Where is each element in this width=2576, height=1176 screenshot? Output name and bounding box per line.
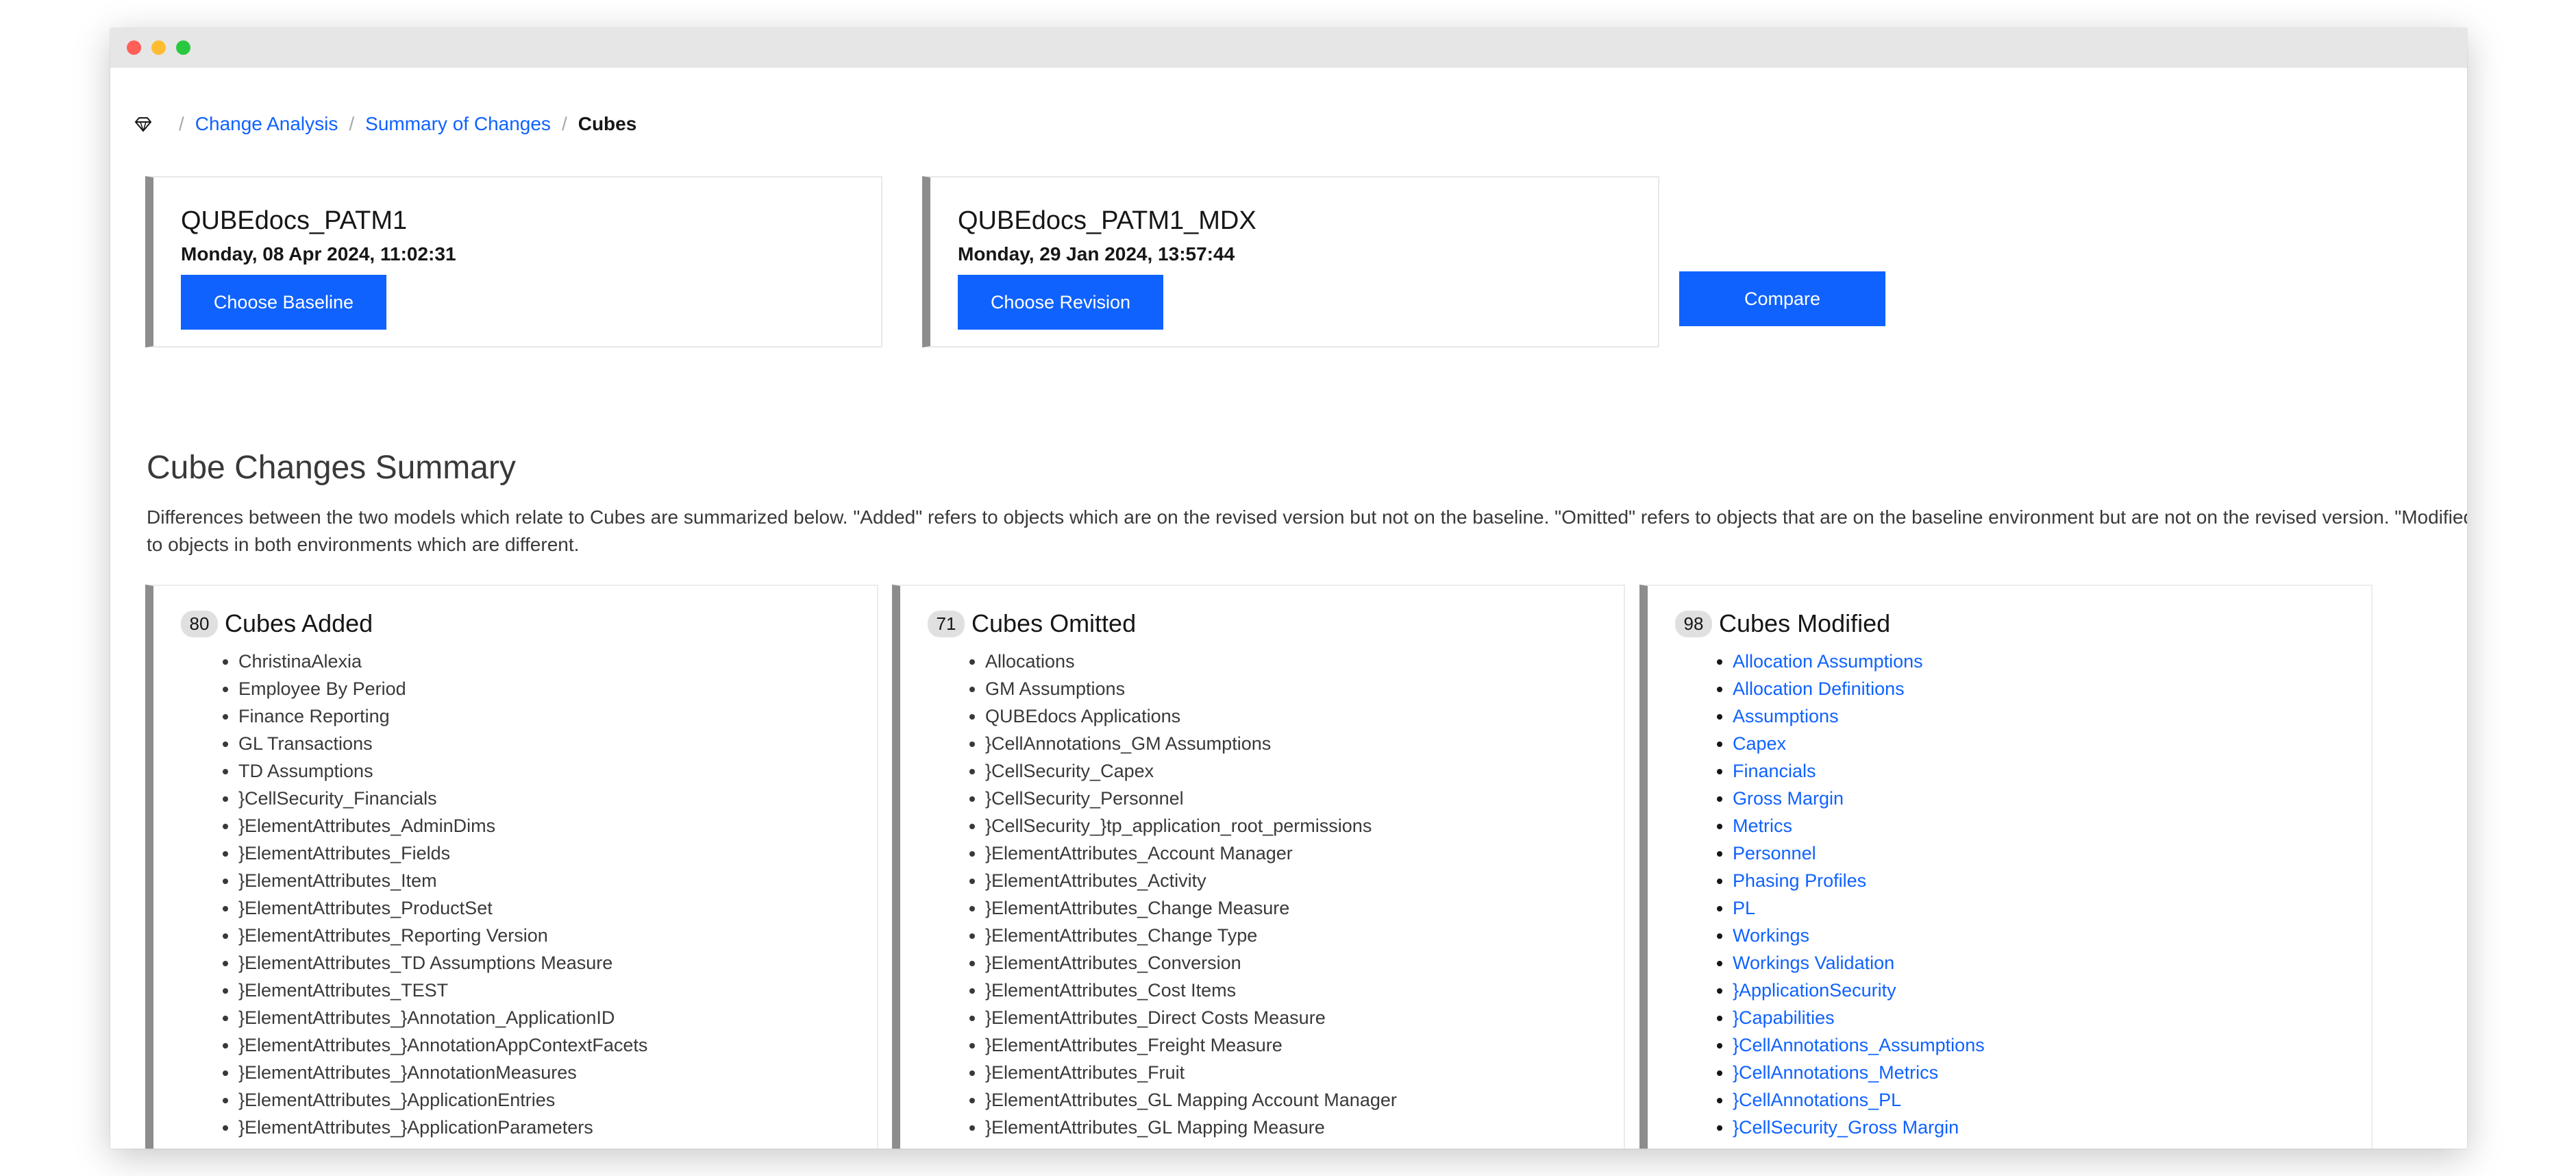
omitted-cube-item: }ElementAttributes_GL Mapping Measure [985,1114,1397,1141]
cubes-modified-panel: 98 Cubes Modified Allocation Assumptions… [1639,585,2373,1149]
app-window: / Change Analysis / Summary of Changes /… [110,28,2467,1149]
baseline-card: QUBEdocs_PATM1 Monday, 08 Apr 2024, 11:0… [145,176,882,347]
cubes-modified-list: Allocation AssumptionsAllocation Definit… [1675,648,1985,1141]
close-window-button[interactable] [127,40,141,55]
cubes-modified-header: 98 Cubes Modified [1675,609,1890,638]
panel-title: Cubes Omitted [971,609,1137,637]
count-badge: 80 [181,610,218,637]
omitted-cube-item: }ElementAttributes_Conversion [985,949,1397,977]
added-cube-item: }ElementAttributes_TEST [238,977,647,1004]
omitted-cube-item: }CellSecurity_Capex [985,757,1397,785]
choose-baseline-button[interactable]: Choose Baseline [181,275,386,330]
added-cube-item: }ElementAttributes_ProductSet [238,894,647,922]
added-cube-item: }ElementAttributes_AdminDims [238,812,647,840]
breadcrumb-separator: / [349,113,355,134]
added-cube-item: }ElementAttributes_}AnnotationMeasures [238,1059,647,1086]
added-cube-item: }ElementAttributes_}Annotation_Applicati… [238,1004,647,1031]
omitted-cube-item: }CellSecurity_Personnel [985,785,1397,812]
added-cube-item: }ElementAttributes_Reporting Version [238,922,647,949]
added-cube-item: ChristinaAlexia [238,648,647,675]
modified-cube-link[interactable]: }CellSecurity_Gross Margin [1733,1114,1985,1141]
omitted-cube-item: }ElementAttributes_Change Type [985,922,1397,949]
modified-cube-link[interactable]: }CellAnnotations_Metrics [1733,1059,1985,1086]
omitted-cube-item: GM Assumptions [985,675,1397,702]
minimize-window-button[interactable] [151,40,166,55]
omitted-cube-item: }ElementAttributes_Direct Costs Measure [985,1004,1397,1031]
cubes-omitted-header: 71 Cubes Omitted [928,609,1136,638]
cubes-omitted-list: AllocationsGM AssumptionsQUBEdocs Applic… [928,648,1397,1141]
modified-cube-link[interactable]: }ApplicationSecurity [1733,977,1985,1004]
cubes-omitted-panel: 71 Cubes Omitted AllocationsGM Assumptio… [892,585,1625,1149]
modified-cube-link[interactable]: PL [1733,894,1985,922]
modified-cube-link[interactable]: Workings [1733,922,1985,949]
modified-cube-link[interactable]: Allocation Assumptions [1733,648,1985,675]
panel-title: Cubes Added [225,609,373,637]
omitted-cube-item: }ElementAttributes_Freight Measure [985,1031,1397,1059]
count-badge: 71 [928,610,965,637]
added-cube-item: TD Assumptions [238,757,647,785]
modified-cube-link[interactable]: Financials [1733,757,1985,785]
added-cube-item: }CellSecurity_Financials [238,785,647,812]
omitted-cube-item: }ElementAttributes_GL Mapping Account Ma… [985,1086,1397,1114]
revision-model-date: Monday, 29 Jan 2024, 13:57:44 [958,243,1235,265]
cubes-added-header: 80 Cubes Added [181,609,373,638]
omitted-cube-item: }ElementAttributes_Change Measure [985,894,1397,922]
omitted-cube-item: }CellAnnotations_GM Assumptions [985,730,1397,757]
panel-title: Cubes Modified [1719,609,1891,637]
modified-cube-link[interactable]: Allocation Definitions [1733,675,1985,702]
modified-cube-link[interactable]: Gross Margin [1733,785,1985,812]
breadcrumb-separator: / [561,113,567,134]
omitted-cube-item: Allocations [985,648,1397,675]
revision-card: QUBEdocs_PATM1_MDX Monday, 29 Jan 2024, … [922,176,1659,347]
window-titlebar [110,28,2467,68]
modified-cube-link[interactable]: }CellAnnotations_PL [1733,1086,1985,1114]
section-title: Cube Changes Summary [147,449,516,486]
modified-cube-link[interactable]: Assumptions [1733,702,1985,730]
compare-button[interactable]: Compare [1679,271,1885,326]
choose-revision-button[interactable]: Choose Revision [958,275,1163,330]
added-cube-item: }ElementAttributes_}ApplicationEntries [238,1086,647,1114]
omitted-cube-item: }ElementAttributes_Account Manager [985,840,1397,867]
added-cube-item: Finance Reporting [238,702,647,730]
added-cube-item: }ElementAttributes_Item [238,867,647,894]
modified-cube-link[interactable]: Phasing Profiles [1733,867,1985,894]
modified-cube-link[interactable]: Capex [1733,730,1985,757]
omitted-cube-item: }ElementAttributes_Cost Items [985,977,1397,1004]
added-cube-item: }ElementAttributes_}ApplicationParameter… [238,1114,647,1141]
count-badge: 98 [1675,610,1712,637]
added-cube-item: GL Transactions [238,730,647,757]
maximize-window-button[interactable] [176,40,190,55]
breadcrumb-change-analysis[interactable]: Change Analysis [195,113,338,135]
omitted-cube-item: }CellSecurity_}tp_application_root_permi… [985,812,1397,840]
modified-cube-link[interactable]: Personnel [1733,840,1985,867]
cubes-added-list: ChristinaAlexiaEmployee By PeriodFinance… [181,648,647,1141]
breadcrumb-separator: / [179,113,184,134]
omitted-cube-item: }ElementAttributes_Fruit [985,1059,1397,1086]
omitted-cube-item: QUBEdocs Applications [985,702,1397,730]
baseline-model-date: Monday, 08 Apr 2024, 11:02:31 [181,243,456,265]
omitted-cube-item: }ElementAttributes_Activity [985,867,1397,894]
added-cube-item: }ElementAttributes_Fields [238,840,647,867]
breadcrumb-current: Cubes [578,113,637,134]
modified-cube-link[interactable]: Workings Validation [1733,949,1985,977]
added-cube-item: Employee By Period [238,675,647,702]
modified-cube-link[interactable]: }Capabilities [1733,1004,1985,1031]
breadcrumb: / Change Analysis / Summary of Changes /… [134,110,636,138]
baseline-model-name: QUBEdocs_PATM1 [181,206,408,235]
added-cube-item: }ElementAttributes_TD Assumptions Measur… [238,949,647,977]
modified-cube-link[interactable]: }CellAnnotations_Assumptions [1733,1031,1985,1059]
added-cube-item: }ElementAttributes_}AnnotationAppContext… [238,1031,647,1059]
cubes-added-panel: 80 Cubes Added ChristinaAlexiaEmployee B… [145,585,878,1149]
diamond-logo-icon[interactable] [134,114,153,134]
modified-cube-link[interactable]: Metrics [1733,812,1985,840]
section-description: Differences between the two models which… [147,506,2467,555]
revision-model-name: QUBEdocs_PATM1_MDX [958,206,1256,235]
breadcrumb-summary-of-changes[interactable]: Summary of Changes [365,113,551,135]
